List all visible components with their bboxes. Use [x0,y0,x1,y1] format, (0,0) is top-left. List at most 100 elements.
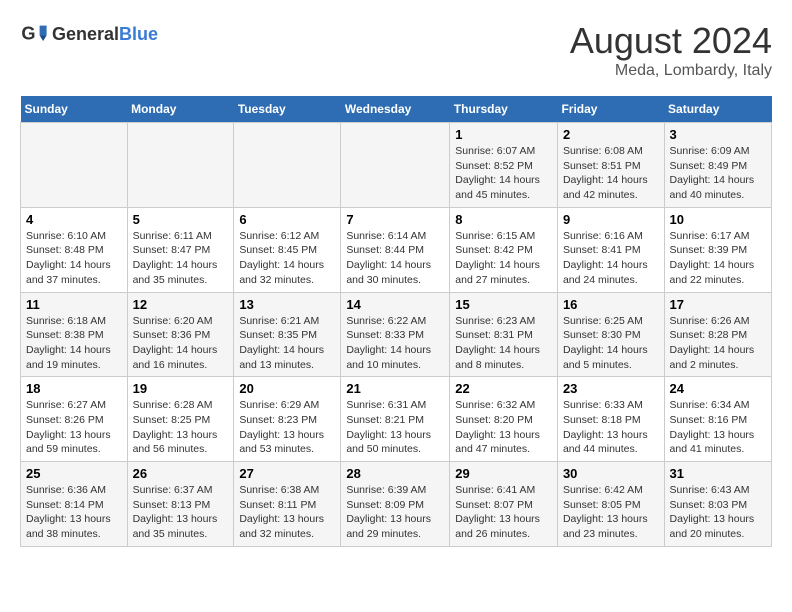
calendar-cell: 12 Sunrise: 6:20 AM Sunset: 8:36 PM Dayli… [127,292,234,377]
day-number: 22 [455,381,552,396]
main-title: August 2024 [570,20,772,62]
calendar-cell: 16 Sunrise: 6:25 AM Sunset: 8:30 PM Dayli… [557,292,664,377]
calendar-cell: 20 Sunrise: 6:29 AM Sunset: 8:23 PM Dayli… [234,377,341,462]
calendar-cell: 2 Sunrise: 6:08 AM Sunset: 8:51 PM Daylig… [557,123,664,208]
calendar-cell: 10 Sunrise: 6:17 AM Sunset: 8:39 PM Dayli… [664,207,771,292]
calendar-cell: 19 Sunrise: 6:28 AM Sunset: 8:25 PM Dayli… [127,377,234,462]
day-info: Sunrise: 6:29 AM Sunset: 8:23 PM Dayligh… [239,398,335,457]
day-info: Sunrise: 6:43 AM Sunset: 8:03 PM Dayligh… [670,483,766,542]
weekday-header-tuesday: Tuesday [234,96,341,123]
calendar-cell [341,123,450,208]
day-info: Sunrise: 6:25 AM Sunset: 8:30 PM Dayligh… [563,314,659,373]
calendar-cell: 13 Sunrise: 6:21 AM Sunset: 8:35 PM Dayli… [234,292,341,377]
day-number: 12 [133,297,229,312]
day-info: Sunrise: 6:20 AM Sunset: 8:36 PM Dayligh… [133,314,229,373]
day-info: Sunrise: 6:34 AM Sunset: 8:16 PM Dayligh… [670,398,766,457]
day-info: Sunrise: 6:10 AM Sunset: 8:48 PM Dayligh… [26,229,122,288]
calendar-cell: 4 Sunrise: 6:10 AM Sunset: 8:48 PM Daylig… [21,207,128,292]
calendar-cell: 31 Sunrise: 6:43 AM Sunset: 8:03 PM Dayli… [664,462,771,547]
day-number: 18 [26,381,122,396]
day-number: 1 [455,127,552,142]
day-info: Sunrise: 6:16 AM Sunset: 8:41 PM Dayligh… [563,229,659,288]
logo-text-general: General [52,24,119,44]
day-info: Sunrise: 6:21 AM Sunset: 8:35 PM Dayligh… [239,314,335,373]
day-number: 31 [670,466,766,481]
logo: G GeneralBlue [20,20,158,48]
calendar-week-4: 18 Sunrise: 6:27 AM Sunset: 8:26 PM Dayli… [21,377,772,462]
title-area: August 2024 Meda, Lombardy, Italy [570,20,772,80]
day-number: 19 [133,381,229,396]
day-number: 14 [346,297,444,312]
day-number: 20 [239,381,335,396]
day-number: 29 [455,466,552,481]
calendar-cell: 5 Sunrise: 6:11 AM Sunset: 8:47 PM Daylig… [127,207,234,292]
calendar-table: SundayMondayTuesdayWednesdayThursdayFrid… [20,96,772,547]
calendar-cell: 23 Sunrise: 6:33 AM Sunset: 8:18 PM Dayli… [557,377,664,462]
calendar-cell [21,123,128,208]
calendar-week-2: 4 Sunrise: 6:10 AM Sunset: 8:48 PM Daylig… [21,207,772,292]
day-number: 5 [133,212,229,227]
logo-icon: G [20,20,48,48]
day-number: 25 [26,466,122,481]
day-info: Sunrise: 6:09 AM Sunset: 8:49 PM Dayligh… [670,144,766,203]
day-info: Sunrise: 6:18 AM Sunset: 8:38 PM Dayligh… [26,314,122,373]
day-info: Sunrise: 6:32 AM Sunset: 8:20 PM Dayligh… [455,398,552,457]
day-info: Sunrise: 6:41 AM Sunset: 8:07 PM Dayligh… [455,483,552,542]
day-info: Sunrise: 6:14 AM Sunset: 8:44 PM Dayligh… [346,229,444,288]
day-number: 23 [563,381,659,396]
calendar-cell [234,123,341,208]
page-header: G GeneralBlue August 2024 Meda, Lombardy… [20,20,772,80]
day-number: 13 [239,297,335,312]
day-number: 26 [133,466,229,481]
day-info: Sunrise: 6:36 AM Sunset: 8:14 PM Dayligh… [26,483,122,542]
day-info: Sunrise: 6:31 AM Sunset: 8:21 PM Dayligh… [346,398,444,457]
day-info: Sunrise: 6:17 AM Sunset: 8:39 PM Dayligh… [670,229,766,288]
calendar-cell: 3Sunrise: 6:09 AM Sunset: 8:49 PM Daylig… [664,123,771,208]
calendar-week-3: 11 Sunrise: 6:18 AM Sunset: 8:38 PM Dayli… [21,292,772,377]
day-number: 2 [563,127,659,142]
calendar-cell: 8Sunrise: 6:15 AM Sunset: 8:42 PM Daylig… [450,207,558,292]
day-info: Sunrise: 6:33 AM Sunset: 8:18 PM Dayligh… [563,398,659,457]
day-info: Sunrise: 6:08 AM Sunset: 8:51 PM Dayligh… [563,144,659,203]
day-info: Sunrise: 6:11 AM Sunset: 8:47 PM Dayligh… [133,229,229,288]
weekday-header-saturday: Saturday [664,96,771,123]
day-info: Sunrise: 6:12 AM Sunset: 8:45 PM Dayligh… [239,229,335,288]
day-number: 10 [670,212,766,227]
day-number: 11 [26,297,122,312]
subtitle: Meda, Lombardy, Italy [570,62,772,80]
day-number: 28 [346,466,444,481]
calendar-cell: 11 Sunrise: 6:18 AM Sunset: 8:38 PM Dayli… [21,292,128,377]
weekday-header-row: SundayMondayTuesdayWednesdayThursdayFrid… [21,96,772,123]
svg-text:G: G [21,24,35,44]
day-info: Sunrise: 6:15 AM Sunset: 8:42 PM Dayligh… [455,229,552,288]
day-info: Sunrise: 6:42 AM Sunset: 8:05 PM Dayligh… [563,483,659,542]
day-number: 30 [563,466,659,481]
weekday-header-friday: Friday [557,96,664,123]
day-number: 27 [239,466,335,481]
day-number: 15 [455,297,552,312]
calendar-cell: 14 Sunrise: 6:22 AM Sunset: 8:33 PM Dayli… [341,292,450,377]
calendar-week-5: 25 Sunrise: 6:36 AM Sunset: 8:14 PM Dayli… [21,462,772,547]
calendar-cell: 28Sunrise: 6:39 AM Sunset: 8:09 PM Dayli… [341,462,450,547]
weekday-header-thursday: Thursday [450,96,558,123]
calendar-cell: 24Sunrise: 6:34 AM Sunset: 8:16 PM Dayli… [664,377,771,462]
calendar-cell: 22 Sunrise: 6:32 AM Sunset: 8:20 PM Dayli… [450,377,558,462]
calendar-cell: 21 Sunrise: 6:31 AM Sunset: 8:21 PM Dayli… [341,377,450,462]
weekday-header-monday: Monday [127,96,234,123]
day-info: Sunrise: 6:38 AM Sunset: 8:11 PM Dayligh… [239,483,335,542]
calendar-cell: 18 Sunrise: 6:27 AM Sunset: 8:26 PM Dayli… [21,377,128,462]
calendar-week-1: 1Sunrise: 6:07 AM Sunset: 8:52 PM Daylig… [21,123,772,208]
calendar-cell: 26Sunrise: 6:37 AM Sunset: 8:13 PM Dayli… [127,462,234,547]
day-number: 21 [346,381,444,396]
calendar-cell: 15Sunrise: 6:23 AM Sunset: 8:31 PM Dayli… [450,292,558,377]
day-number: 4 [26,212,122,227]
day-info: Sunrise: 6:22 AM Sunset: 8:33 PM Dayligh… [346,314,444,373]
day-info: Sunrise: 6:28 AM Sunset: 8:25 PM Dayligh… [133,398,229,457]
calendar-cell [127,123,234,208]
calendar-cell: 30 Sunrise: 6:42 AM Sunset: 8:05 PM Dayli… [557,462,664,547]
day-info: Sunrise: 6:27 AM Sunset: 8:26 PM Dayligh… [26,398,122,457]
calendar-cell: 9Sunrise: 6:16 AM Sunset: 8:41 PM Daylig… [557,207,664,292]
calendar-cell: 1Sunrise: 6:07 AM Sunset: 8:52 PM Daylig… [450,123,558,208]
day-number: 16 [563,297,659,312]
logo-text-blue: Blue [119,24,158,44]
